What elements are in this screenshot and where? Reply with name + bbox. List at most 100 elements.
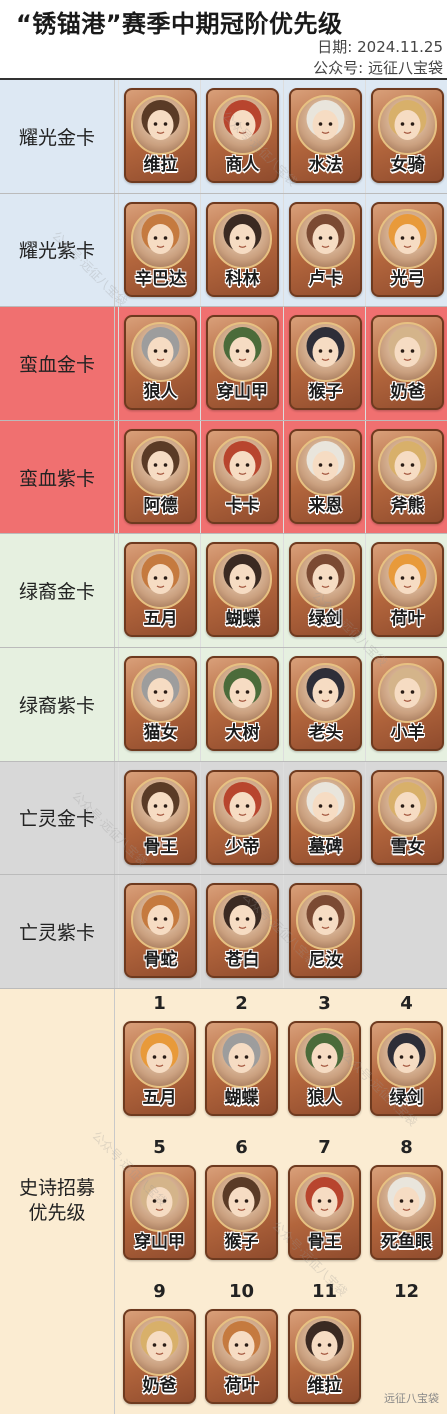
- hero-cell: 墓碑: [283, 761, 366, 875]
- footer-brand: 远征八宝袋: [384, 1392, 439, 1405]
- hero-cell: 商人: [200, 80, 283, 193]
- hero-name: 维拉: [143, 155, 178, 175]
- hero-portrait-icon: [301, 1032, 348, 1079]
- hero-card: 骨蛇: [124, 883, 197, 979]
- hero-cell: 雪女: [365, 761, 447, 875]
- tier-row: 耀光紫卡 辛巴达 科林 卢卡 光弓: [0, 193, 447, 308]
- hero-name: 狼人: [143, 382, 178, 403]
- hero-name: 穿山甲: [217, 382, 268, 403]
- hero-portrait-icon: [301, 1176, 348, 1223]
- hero-portrait-icon: [136, 1320, 183, 1367]
- page-title: “锈锚港”赛季中期冠阶优先级: [16, 10, 343, 38]
- tier-label: 蛮血金卡: [0, 307, 115, 420]
- hero-name: 维拉: [307, 1375, 342, 1396]
- hero-cell: 猴子: [200, 1133, 283, 1277]
- hero-portrait-icon: [302, 894, 349, 941]
- hero-name: 大树: [225, 723, 260, 743]
- hero-cell: 辛巴达: [118, 193, 201, 307]
- hero-name: 阿德: [143, 495, 178, 516]
- hero-portrait-icon: [218, 1320, 265, 1367]
- hero-name: 斧熊: [390, 495, 425, 516]
- hero-card: 光弓: [371, 201, 444, 297]
- hero-portrait-icon: [137, 553, 184, 600]
- hero-portrait-icon: [137, 781, 184, 828]
- hero-cell: 老头: [283, 648, 366, 761]
- epic-row: 1 2 3 4 五月 蝴蝶 狼人 绿剑: [0, 989, 447, 1133]
- hero-name: 卡卡: [225, 495, 260, 516]
- hero-card: 五月: [123, 1020, 196, 1116]
- tier-row: 绿裔紫卡猫女 大树 老头 小羊: [0, 648, 447, 762]
- hero-name: 卢卡: [308, 268, 343, 289]
- hero-cell: 五月: [118, 534, 201, 647]
- hero-card: 雪女: [371, 769, 444, 865]
- hero-cell: 蝴蝶: [200, 534, 283, 647]
- hero-name: 水法: [308, 155, 343, 175]
- hero-card: 维拉: [124, 88, 197, 183]
- hero-cell: 少帝: [200, 761, 283, 875]
- hero-card: 五月: [124, 542, 197, 638]
- hero-name: 五月: [142, 1087, 177, 1108]
- hero-card: 水法: [289, 88, 362, 183]
- hero-card: 蝴蝶: [206, 542, 279, 638]
- hero-portrait-icon: [302, 667, 349, 714]
- hero-card: 穿山甲: [206, 315, 279, 411]
- hero-name: 猫女: [143, 723, 178, 743]
- hero-cell: 骨蛇: [118, 875, 201, 988]
- tier-row: 耀光金卡维拉 商人 水法 女骑: [0, 80, 447, 194]
- hero-card: 老头: [289, 656, 362, 751]
- hero-cell: 维拉: [118, 80, 201, 193]
- tier-row: 绿裔金卡 五月 蝴蝶 绿剑 荷叶: [0, 534, 447, 648]
- hero-cell: 奶爸: [365, 307, 447, 420]
- hero-name: 小羊: [390, 723, 425, 743]
- hero-card: 穿山甲: [123, 1164, 196, 1260]
- hero-portrait-icon: [137, 326, 184, 373]
- hero-portrait-icon: [383, 1032, 430, 1079]
- page-header: “锈锚港”赛季中期冠阶优先级 日期: 2024.11.25 公众号: 远征八宝袋: [0, 0, 447, 80]
- hero-portrait-icon: [302, 213, 349, 260]
- hero-card: 猴子: [205, 1164, 278, 1260]
- hero-portrait-icon: [218, 1176, 265, 1223]
- hero-portrait-icon: [384, 99, 431, 146]
- hero-portrait-icon: [218, 1032, 265, 1079]
- hero-cell: 穿山甲: [118, 1133, 201, 1277]
- hero-name: 绿剑: [389, 1087, 424, 1108]
- hero-card: 卡卡: [206, 428, 279, 524]
- hero-name: 奶爸: [142, 1375, 177, 1396]
- hero-cell: 大树: [200, 648, 283, 761]
- tier-label: 亡灵紫卡: [0, 875, 115, 988]
- hero-portrait-icon: [137, 213, 184, 260]
- hero-portrait-icon: [219, 553, 266, 600]
- hero-cell: 来恩: [283, 420, 366, 534]
- hero-card: 女骑: [371, 88, 444, 183]
- hero-name: 雪女: [390, 836, 425, 857]
- hero-card: 绿剑: [370, 1020, 443, 1116]
- hero-cell: 斧熊: [365, 420, 447, 534]
- hero-cell: 猴子: [283, 307, 366, 420]
- hero-name: 穿山甲: [134, 1231, 185, 1252]
- tier-row: 亡灵金卡 骨王 少帝 墓碑 雪女: [0, 761, 447, 876]
- hero-card: 斧熊: [371, 428, 444, 524]
- hero-portrait-icon: [302, 440, 349, 487]
- hero-cell: 尼汝: [283, 875, 366, 988]
- hero-name: 蝴蝶: [224, 1087, 259, 1108]
- hero-cell: 光弓: [365, 193, 447, 307]
- hero-card: 来恩: [289, 428, 362, 524]
- hero-cell: 狼人: [283, 989, 366, 1133]
- hero-cell: 女骑: [365, 80, 447, 193]
- hero-card: 骨王: [124, 769, 197, 865]
- hero-portrait-icon: [219, 326, 266, 373]
- tier-label: 绿裔金卡: [0, 534, 115, 647]
- hero-portrait-icon: [301, 1320, 348, 1367]
- hero-card: 绿剑: [289, 542, 362, 638]
- tier-label: 耀光金卡: [0, 80, 115, 193]
- hero-name: 辛巴达: [135, 268, 186, 289]
- hero-name: 女骑: [390, 155, 425, 175]
- hero-cell: 苍白: [200, 875, 283, 988]
- hero-card: 阿德: [124, 428, 197, 524]
- hero-portrait-icon: [219, 781, 266, 828]
- hero-cell: 科林: [200, 193, 283, 307]
- hero-card: 小羊: [371, 656, 444, 751]
- hero-card: 死鱼眼: [370, 1164, 443, 1260]
- hero-portrait-icon: [219, 667, 266, 714]
- tier-label: 绿裔紫卡: [0, 648, 115, 761]
